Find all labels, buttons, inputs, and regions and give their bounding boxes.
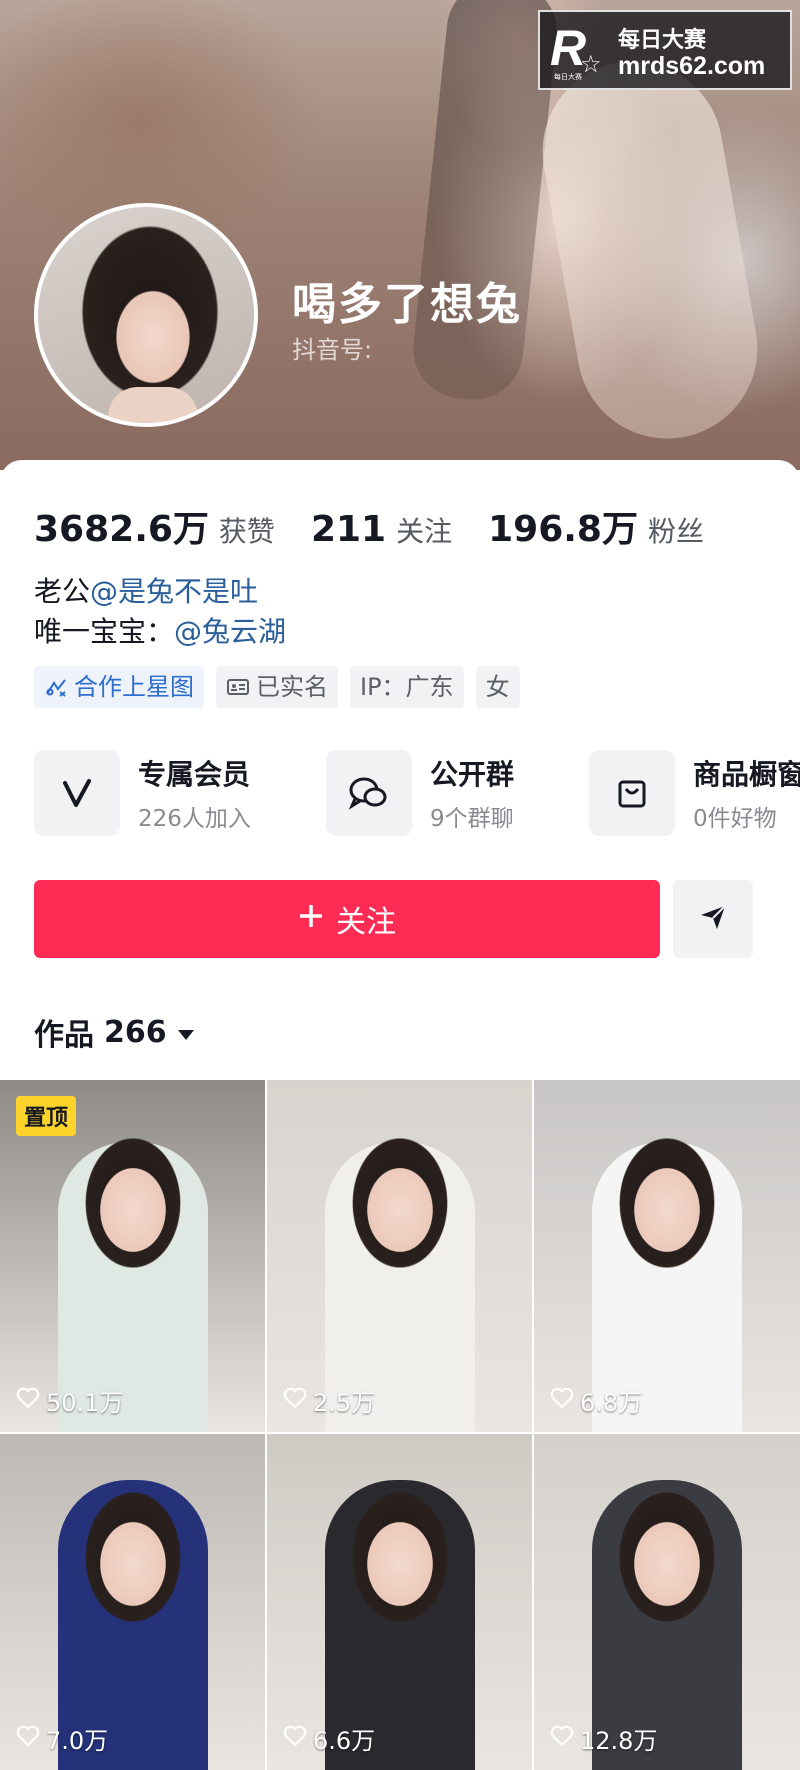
service-title: 专属会员	[138, 758, 251, 791]
service-membership[interactable]: 专属会员 226人加入	[34, 750, 251, 836]
tag-gender: 女	[475, 666, 520, 708]
video-grid: 置顶 50.1万 2.5万 6.8万 7.0万 6.6万 12.8万	[0, 1080, 800, 1770]
tag-label: 女	[485, 673, 510, 701]
video-thumbnail-head	[344, 1128, 455, 1278]
bio-line: 老公@是兔不是吐	[34, 572, 286, 612]
likes-count-text: 50.1万	[46, 1389, 124, 1417]
likes-count[interactable]: 3682.6万	[34, 500, 209, 552]
heart-outline-icon	[283, 1387, 307, 1415]
service-public-group[interactable]: 公开群 9个群聊	[326, 750, 514, 836]
likes-count-text: 7.0万	[46, 1727, 109, 1755]
video-likes: 12.8万	[550, 1721, 657, 1756]
likes-count-text: 6.6万	[313, 1727, 376, 1755]
plus-icon	[298, 902, 324, 937]
bio-mention-link[interactable]: @是兔不是吐	[90, 575, 258, 608]
video-thumbnail-head	[344, 1482, 455, 1632]
service-title: 公开群	[430, 758, 515, 791]
video-likes: 50.1万	[16, 1383, 123, 1418]
likes-count-text: 6.8万	[580, 1389, 643, 1417]
profile-tags: 合作上星图 已实名 IP：广东 女	[34, 666, 520, 708]
heart-outline-icon	[550, 1725, 574, 1753]
profile-card: 3682.6万 获赞 211 关注 196.8万 粉丝 老公@是兔不是吐 唯一宝…	[0, 460, 800, 1080]
vip-v-icon	[34, 750, 120, 836]
profile-name: 喝多了想兔	[292, 279, 522, 330]
likes-count-text: 2.5万	[313, 1389, 376, 1417]
bio-text: 老公	[34, 575, 91, 608]
video-tile[interactable]: 6.8万	[534, 1080, 800, 1432]
tag-label: IP：广东	[360, 673, 454, 701]
chat-bubbles-icon	[326, 750, 412, 836]
heart-outline-icon	[16, 1387, 40, 1415]
service-subtitle: 9个群聊	[430, 806, 514, 832]
bio-line: 唯一宝宝：@兔云湖	[34, 612, 286, 652]
video-thumbnail-head	[77, 1482, 188, 1632]
follow-button[interactable]: 关注	[34, 880, 660, 958]
profile-cover: R ☆ 每日大赛 每日大赛 mrds62.com 喝多了想兔 抖音号:	[0, 0, 800, 470]
video-likes: 6.6万	[283, 1721, 375, 1756]
video-likes: 7.0万	[16, 1721, 108, 1756]
pinned-badge: 置顶	[16, 1096, 77, 1136]
heart-outline-icon	[16, 1725, 40, 1753]
follow-label: 关注	[336, 905, 396, 940]
video-tile[interactable]: 2.5万	[267, 1080, 532, 1432]
video-tile[interactable]: 置顶 50.1万	[0, 1080, 265, 1432]
followers-label[interactable]: 粉丝	[648, 510, 704, 550]
tag-label: 合作上星图	[74, 673, 194, 701]
video-likes: 6.8万	[550, 1383, 642, 1418]
video-tile[interactable]: 6.6万	[267, 1434, 532, 1770]
cover-photo-figure	[528, 47, 772, 453]
likes-count-text: 12.8万	[580, 1727, 658, 1755]
star-icon: ☆	[580, 50, 602, 78]
following-label[interactable]: 关注	[396, 510, 452, 550]
service-subtitle: 226人加入	[138, 806, 251, 832]
avatar-photo-detail	[108, 387, 198, 423]
star-map-icon	[44, 675, 68, 699]
id-card-icon	[226, 675, 250, 699]
send-icon	[698, 902, 728, 936]
bio-text: 唯一宝宝：	[34, 615, 175, 648]
avatar[interactable]	[34, 203, 258, 427]
followers-count[interactable]: 196.8万	[488, 500, 638, 552]
video-likes: 2.5万	[283, 1383, 375, 1418]
service-title: 商品橱窗	[693, 758, 800, 791]
heart-outline-icon	[283, 1725, 307, 1753]
profile-bio: 老公@是兔不是吐 唯一宝宝：@兔云湖	[34, 572, 286, 652]
video-thumbnail-head	[612, 1128, 722, 1278]
works-label: 作品	[34, 1018, 94, 1053]
tag-label: 已实名	[256, 673, 328, 701]
video-thumbnail-head	[612, 1482, 722, 1632]
video-tile[interactable]: 12.8万	[534, 1434, 800, 1770]
bio-mention-link[interactable]: @兔云湖	[174, 615, 286, 648]
tag-ip-location: IP：广东	[350, 666, 464, 708]
likes-label[interactable]: 获赞	[219, 510, 275, 550]
heart-outline-icon	[550, 1387, 574, 1415]
service-entries: 专属会员 226人加入 公开群 9个群聊 商品橱窗 0件好物	[34, 750, 800, 840]
service-shop-window[interactable]: 商品橱窗 0件好物	[589, 750, 800, 836]
watermark-badge: R ☆ 每日大赛 每日大赛 mrds62.com	[538, 10, 792, 90]
following-count[interactable]: 211	[311, 509, 386, 550]
douyin-id[interactable]: 抖音号:	[292, 330, 372, 365]
shopping-bag-icon	[589, 750, 675, 836]
video-thumbnail-head	[77, 1128, 188, 1278]
profile-stats: 3682.6万 获赞 211 关注 196.8万 粉丝	[34, 500, 740, 550]
watermark-url: mrds62.com	[618, 52, 766, 80]
tag-star-map[interactable]: 合作上星图	[34, 666, 204, 708]
works-tab[interactable]: 作品 266	[34, 1010, 195, 1054]
works-count: 266	[104, 1014, 167, 1050]
tag-verified[interactable]: 已实名	[216, 666, 338, 708]
watermark-logo-caption: 每日大赛	[554, 73, 582, 81]
caret-down-icon	[177, 1015, 195, 1050]
video-tile[interactable]: 7.0万	[0, 1434, 265, 1770]
share-button[interactable]	[673, 880, 753, 958]
watermark-title: 每日大赛	[618, 28, 707, 53]
service-subtitle: 0件好物	[693, 806, 777, 832]
